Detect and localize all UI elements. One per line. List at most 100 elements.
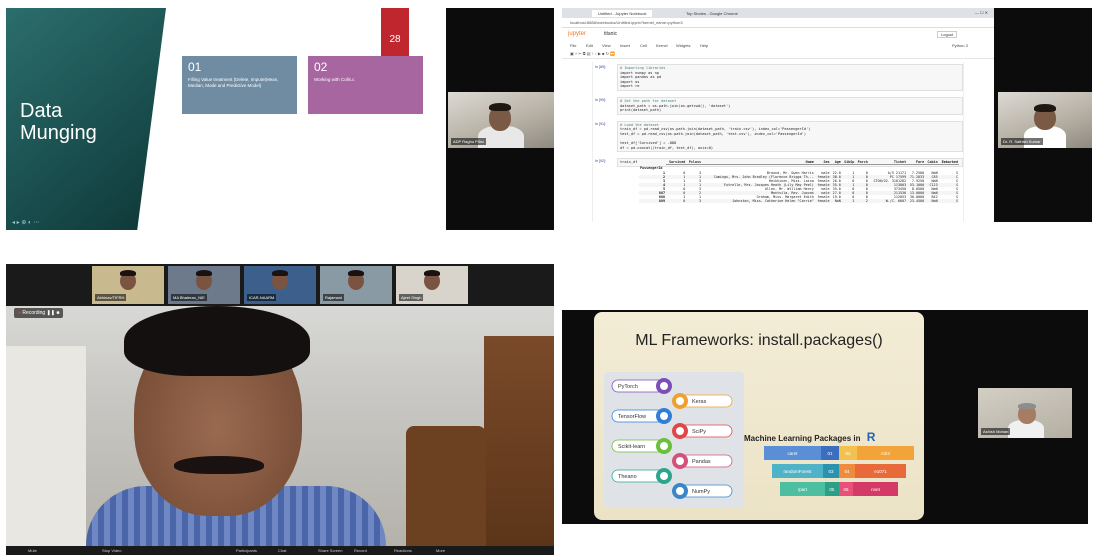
participant-name: ICAR-NAARM bbox=[247, 294, 277, 301]
participant-hair bbox=[272, 270, 288, 276]
table-cell: 19.0 bbox=[832, 194, 841, 199]
table-header-cell: Survived bbox=[666, 160, 687, 165]
participant-thumbnail[interactable]: Ajeet Singh bbox=[396, 266, 468, 304]
menu-view[interactable]: View bbox=[602, 43, 611, 48]
menu-edit[interactable]: Edit bbox=[586, 43, 593, 48]
slide-title: Data Munging bbox=[20, 100, 97, 144]
framework-label: TensorFlow bbox=[618, 414, 646, 420]
funnel-row: rpart 05 06 nnet bbox=[780, 482, 898, 496]
zoom-toolbar-button[interactable]: Record bbox=[354, 548, 367, 553]
slide-title-line2: Munging bbox=[20, 122, 97, 144]
framework-circle-inner bbox=[676, 487, 684, 495]
thumbnail-strip: Abhinav/TIFRH MA Bhalerao_NIE ICAR-NAARM Ra… bbox=[92, 266, 472, 304]
table-cell: 23.4500 bbox=[909, 198, 925, 203]
zoom-toolbar-button[interactable]: Stop Video bbox=[102, 548, 122, 553]
menu-insert[interactable]: Insert bbox=[620, 43, 630, 48]
jupyter-logo[interactable]: jupyter bbox=[568, 31, 586, 37]
table-cell: 26.0 bbox=[832, 178, 841, 183]
panel-jupyter-notebook: Untitled - Jupyter Notebook Top Stories … bbox=[562, 8, 1092, 222]
framework-label: PyTorch bbox=[618, 384, 638, 390]
logout-button[interactable]: Logout bbox=[937, 31, 958, 38]
table-cell: 30.0000 bbox=[909, 194, 925, 199]
menu-widgets[interactable]: Widgets bbox=[676, 43, 690, 48]
card-2-text: Working with Colls.c bbox=[314, 77, 355, 82]
participant-name: Dr. R. Sathish Kumar bbox=[1001, 138, 1043, 145]
code-line: df = pd.concat((train_df, test_df), axis… bbox=[620, 145, 714, 150]
table-cell: 22.0 bbox=[832, 170, 841, 175]
recording-indicator[interactable]: ● Recording ❚❚ ■ bbox=[14, 308, 64, 318]
url-text[interactable]: localhost:8888/notebooks/Untitled.ipynb?… bbox=[570, 20, 683, 25]
framework-label: Pandas bbox=[692, 459, 711, 465]
jupyter-header: jupyter titanic Logout bbox=[562, 28, 994, 42]
panel-ml-frameworks-slide: ML Frameworks: install.packages() PyTorc… bbox=[562, 310, 1088, 524]
notebook-name[interactable]: titanic bbox=[604, 31, 617, 37]
funnel-row: caret 01 02 mlr3 bbox=[764, 446, 914, 460]
menu-file[interactable]: File bbox=[570, 43, 576, 48]
menu-kernel[interactable]: Kernel bbox=[656, 43, 668, 48]
browser-tab-2[interactable]: Top Stories - Google Chrome bbox=[680, 10, 744, 17]
jupyter-toolbar[interactable]: ▣ + ✂ ⧉ ▤ ↑ ↓ ▶ ■ ↻ ⏩ bbox=[562, 51, 994, 59]
cell-prompt: In [89]: bbox=[595, 65, 606, 69]
card-2-number: 02 bbox=[314, 60, 328, 74]
participant-hair bbox=[120, 270, 136, 276]
participant-thumbnail[interactable]: MA Bhalerao_NIE bbox=[168, 266, 240, 304]
dataframe-table: Survived Pclass Name Sex Age SibSp Parch Ticket… bbox=[639, 160, 959, 203]
slide-area: ML Frameworks: install.packages() PyTorc… bbox=[594, 312, 924, 520]
table-header-cell: Fare bbox=[907, 160, 926, 165]
cell-prompt: In [91]: bbox=[595, 121, 606, 126]
participant-thumbnail[interactable]: Abhinav/TIFRH bbox=[92, 266, 164, 304]
browser-tab-1[interactable]: Untitled - Jupyter Notebook bbox=[592, 10, 653, 17]
window-controls[interactable]: — ☐ ✕ bbox=[975, 10, 988, 15]
participant-thumbnail[interactable]: ICAR-NAARM bbox=[244, 266, 316, 304]
table-header-cell: Pclass bbox=[686, 160, 703, 165]
slide-controls[interactable]: ◂ ▸ ⊕ ◐ ⋯ bbox=[12, 219, 39, 226]
recording-label: Recording bbox=[22, 310, 46, 316]
zoom-toolbar-button[interactable]: More bbox=[436, 548, 445, 553]
zoom-toolbar-button[interactable]: Chat bbox=[278, 548, 286, 553]
cell-input[interactable]: # Set the path for dataset dataset_path =… bbox=[617, 97, 963, 115]
table-cell: STON/O2. 3101282 bbox=[873, 178, 907, 183]
table-cell: 38.0 bbox=[832, 174, 841, 179]
table-cell: 27.0 bbox=[832, 190, 841, 195]
framework-circle-inner bbox=[660, 412, 668, 420]
ml-packages-text: Machine Learning Packages in bbox=[744, 434, 861, 443]
browser-addressbar[interactable]: localhost:8888/notebooks/Untitled.ipynb?… bbox=[562, 18, 994, 28]
zoom-toolbar-button[interactable]: Share Screen bbox=[318, 548, 342, 553]
funnel-cell-left: rpart bbox=[780, 482, 825, 496]
dataframe-output: Survived Pclass Name Sex Age SibSp Parch Ticket… bbox=[639, 160, 959, 203]
slide-card-2: 02 Working with Colls.c bbox=[308, 56, 423, 114]
framework-circle-inner bbox=[676, 427, 684, 435]
zoom-toolbar-button[interactable]: Participants bbox=[236, 548, 257, 553]
participant-strip: Abhinav/TIFRH MA Bhalerao_NIE ICAR-NAARM Ra… bbox=[6, 264, 554, 306]
cell-input[interactable]: # Load the dataset train_df = pd.read_csv… bbox=[617, 120, 963, 153]
slide-area: Data Munging 28 01 Filling Value treatme… bbox=[6, 8, 446, 230]
packages-funnel: caret 01 02 mlr3 randomForest 03 04 e1071 rpart 0… bbox=[764, 446, 914, 512]
slide-number-badge: 28 bbox=[381, 8, 409, 56]
table-header-cell: Sex bbox=[814, 160, 831, 165]
table-cell: NaN bbox=[931, 198, 938, 203]
table-cell: W./C. 6607 bbox=[885, 198, 907, 203]
code-line: import re bbox=[620, 84, 640, 89]
framework-circle-inner bbox=[660, 442, 668, 450]
table-header-cell: Age bbox=[830, 160, 842, 165]
card-1-number: 01 bbox=[188, 60, 202, 74]
funnel-cell-left: randomForest bbox=[772, 464, 823, 478]
framework-circle-inner bbox=[676, 457, 684, 465]
browser-window: Untitled - Jupyter Notebook Top Stories … bbox=[562, 8, 994, 222]
funnel-cell-n2: 02 bbox=[839, 446, 857, 460]
menu-help[interactable]: Help bbox=[700, 43, 708, 48]
side-participant-video: ADP Raghu Pillai bbox=[448, 92, 554, 148]
browser-tabbar: Untitled - Jupyter Notebook Top Stories … bbox=[562, 8, 994, 18]
table-cell: 889 bbox=[658, 198, 666, 203]
table-row: 889 0 3 Johnston, Miss. Catherine Helen "Ca… bbox=[639, 198, 959, 203]
zoom-toolbar-button[interactable]: Reactions bbox=[394, 548, 412, 553]
table-cell: female bbox=[817, 174, 830, 179]
table-cell: female bbox=[817, 198, 830, 203]
funnel-cell-n1: 03 bbox=[822, 464, 839, 478]
cell-input[interactable]: # Importing libraries import numpy as np i… bbox=[617, 64, 963, 91]
framework-circle-inner bbox=[660, 382, 668, 390]
zoom-toolbar-button[interactable]: Mute bbox=[28, 548, 37, 553]
frameworks-svg: PyTorch TensorFlow Scikit-learn Theano Keras… bbox=[611, 378, 733, 499]
participant-thumbnail[interactable]: Rajamani bbox=[320, 266, 392, 304]
menu-cell[interactable]: Cell bbox=[640, 43, 647, 48]
